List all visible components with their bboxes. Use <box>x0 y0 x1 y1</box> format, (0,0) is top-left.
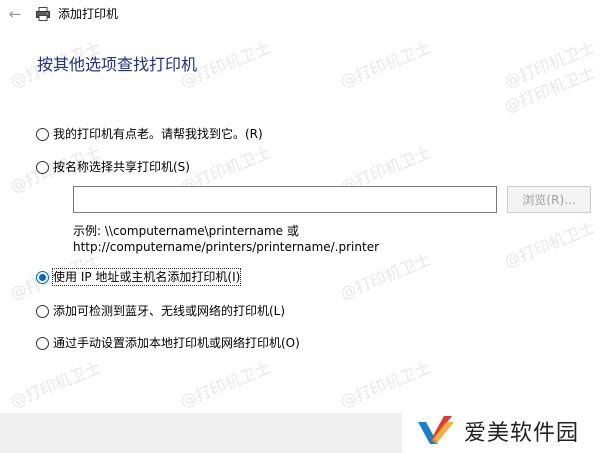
radio-option-old-printer[interactable]: 我的打印机有点老。请帮我找到它。(R) <box>36 125 263 143</box>
watermark-text: @打印机卫士 <box>177 357 274 412</box>
printer-icon <box>36 7 50 21</box>
watermark-text: @打印机卫士 <box>501 37 598 92</box>
radio-option-label: 我的打印机有点老。请帮我找到它。(R) <box>53 127 263 141</box>
title-bar: ← 添加打印机 <box>0 0 600 30</box>
browse-button[interactable]: 浏览(R)... <box>507 186 591 213</box>
radio-button-selected[interactable] <box>36 270 49 284</box>
watermark-text: @打印机卫士 <box>501 62 598 117</box>
radio-option-label: 使用 IP 地址或主机名添加打印机(I) <box>51 268 242 286</box>
example-line: http://computername/printers/printername… <box>73 240 380 254</box>
radio-option-manual-local[interactable]: 通过手动设置添加本地打印机或网络打印机(O) <box>36 334 300 352</box>
radio-option-label: 按名称选择共享打印机(S) <box>53 160 190 174</box>
radio-option-label: 通过手动设置添加本地打印机或网络打印机(O) <box>53 336 300 350</box>
watermark-text: @打印机卫士 <box>501 217 598 272</box>
radio-option-label: 添加可检测到蓝牙、无线或网络的打印机(L) <box>53 304 286 318</box>
radio-button[interactable] <box>36 160 49 174</box>
printer-name-input[interactable] <box>73 186 497 213</box>
radio-button[interactable] <box>36 304 49 318</box>
brand-logo: 爱美软件园 <box>402 408 600 453</box>
brand-logo-text: 爱美软件园 <box>464 420 580 446</box>
watermark-text: @打印机卫士 <box>7 357 104 412</box>
example-line: 示例: \\computername\printername 或 <box>73 224 299 238</box>
arrow-left-icon[interactable]: ← <box>6 5 24 23</box>
brand-logo-icon <box>418 415 454 444</box>
example-text: 示例: \\computername\printername 或 http://… <box>73 223 379 255</box>
radio-option-shared-printer[interactable]: 按名称选择共享打印机(S) <box>36 158 190 176</box>
window-title: 添加打印机 <box>58 7 119 21</box>
radio-button[interactable] <box>36 336 49 350</box>
watermark-text: @打印机卫士 <box>337 37 434 92</box>
radio-option-bluetooth-wireless[interactable]: 添加可检测到蓝牙、无线或网络的打印机(L) <box>36 302 285 320</box>
page-heading: 按其他选项查找打印机 <box>37 55 198 74</box>
watermark-text: @打印机卫士 <box>337 357 434 412</box>
radio-option-ip-address[interactable]: 使用 IP 地址或主机名添加打印机(I) <box>36 268 242 286</box>
radio-button[interactable] <box>36 127 49 141</box>
